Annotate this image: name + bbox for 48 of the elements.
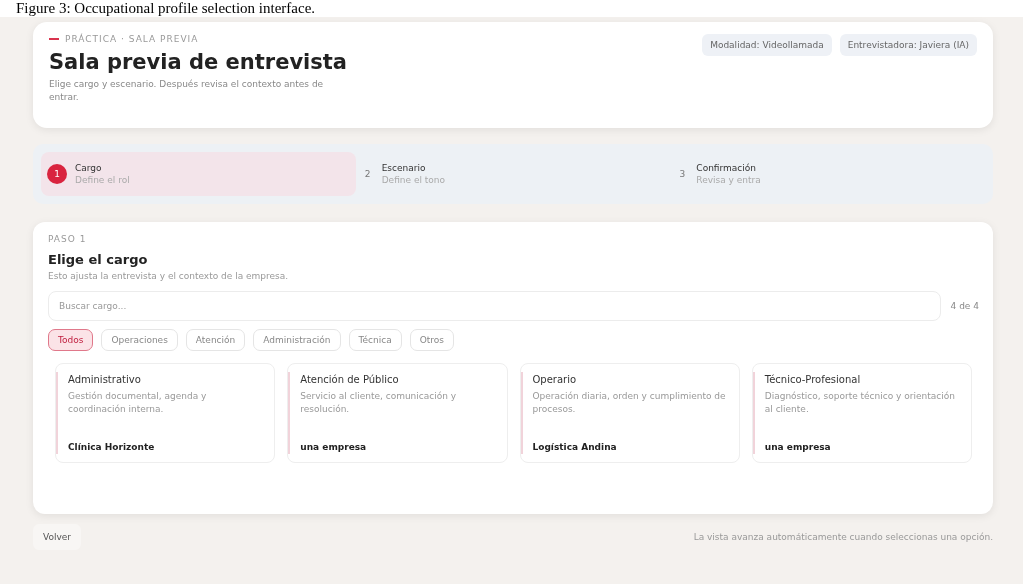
- role-description: Operación diaria, orden y cumplimiento de procesos.: [532, 390, 727, 416]
- filter-chip[interactable]: Atención: [185, 329, 246, 351]
- company-name: Logística Andina: [532, 442, 618, 452]
- role-card[interactable]: Administrativo Gestión documental, agenda y coordinación interna. Clínica Horizonte: [55, 363, 276, 463]
- info-chip: Entrevistadora: Javiera (IA): [839, 34, 977, 56]
- filter-chip[interactable]: Otros: [409, 329, 454, 351]
- result-count: 4 de 4: [950, 301, 979, 311]
- page-subtitle: Elige cargo y escenario. Después revisa el contexto antes de entrar.: [49, 78, 325, 104]
- step-number: 3: [678, 168, 687, 181]
- step-number: 2: [363, 168, 372, 181]
- accent-dash: [49, 38, 59, 40]
- role-description: Diagnóstico, soporte técnico y orientación al cliente.: [764, 390, 956, 416]
- step-tab[interactable]: 3 Confirmación Revisa y entra: [670, 152, 985, 196]
- role-description: Gestión documental, agenda y coordinación interna.: [68, 390, 208, 416]
- step-eyebrow: PASO 1: [48, 234, 88, 244]
- step-label: Confirmación: [696, 163, 757, 173]
- info-chip: Modalidad: Videollamada: [702, 34, 832, 56]
- back-button[interactable]: Volver: [33, 524, 82, 550]
- step-tab[interactable]: 2 Escenario Define el tono: [355, 152, 671, 196]
- panel-title: Elige el cargo: [48, 252, 149, 267]
- filter-chip[interactable]: Operaciones: [101, 329, 178, 351]
- role-card[interactable]: Operario Operación diaria, orden y cumplimiento de procesos. Logística Andina: [519, 363, 740, 463]
- role-title: Administrativo: [68, 374, 142, 385]
- company-name: una empresa: [300, 442, 368, 452]
- step-hint: Revisa y entra: [696, 175, 761, 185]
- step-label: Escenario: [381, 163, 427, 173]
- company-name: una empresa: [764, 442, 832, 452]
- page-title: Sala previa de entrevista: [49, 50, 348, 74]
- eyebrow-label: PRÁCTICA · SALA PREVIA: [65, 34, 199, 44]
- role-card[interactable]: Técnico-Profesional Diagnóstico, soporte técnico y orientación al cliente. una empresa: [751, 363, 972, 463]
- step-hint: Define el tono: [381, 175, 446, 185]
- panel-subtitle: Esto ajusta la entrevista y el contexto de la empresa.: [48, 271, 290, 281]
- filter-chip[interactable]: Técnica: [348, 329, 402, 351]
- footer-note: La vista avanza automáticamente cuando seleccionas una opción.: [693, 532, 993, 542]
- company-name: Clínica Horizonte: [68, 442, 156, 452]
- role-title: Técnico-Profesional: [764, 374, 862, 385]
- step-hint: Define el rol: [75, 175, 130, 185]
- filter-chip[interactable]: Todos: [48, 329, 94, 351]
- search-field[interactable]: Buscar cargo...: [48, 291, 941, 321]
- figure-caption: Figure 3: Occupational profile selection interface.: [0, 0, 1023, 17]
- step-label: Cargo: [75, 163, 103, 173]
- role-description: Servicio al cliente, comunicación y resolución.: [300, 390, 458, 416]
- step-tab[interactable]: 1 Cargo Define el rol: [41, 152, 356, 196]
- filter-chip[interactable]: Administración: [253, 329, 341, 351]
- role-title: Atención de Público: [300, 374, 400, 385]
- step-number: 1: [47, 164, 67, 184]
- role-title: Operario: [532, 374, 578, 385]
- role-card[interactable]: Atención de Público Servicio al cliente, comunicación y resolución. una empresa: [287, 363, 508, 463]
